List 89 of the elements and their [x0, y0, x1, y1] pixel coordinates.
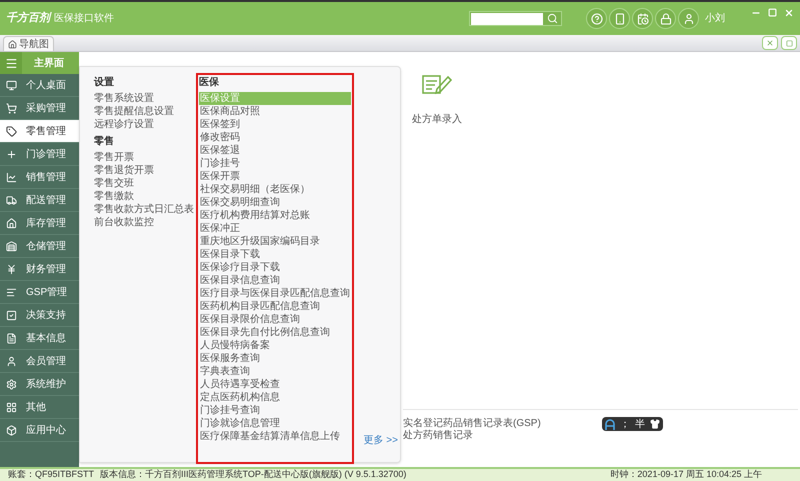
menu-link[interactable]: 医保诊疗目录下载 — [199, 261, 351, 274]
group-heading: 医保 — [199, 76, 220, 89]
menu-link[interactable]: 人员慢特病备案 — [199, 339, 351, 352]
menu-link[interactable]: 零售系统设置 — [94, 92, 192, 105]
menu-link[interactable]: 定点医药机构信息 — [199, 391, 351, 404]
menu-link[interactable]: 医保目录信息查询 — [199, 274, 351, 287]
menu-link[interactable]: 零售开票 — [94, 151, 192, 164]
menu-link[interactable]: 修改密码 — [199, 131, 351, 144]
menu-link[interactable]: 人员待遇享受检查 — [199, 378, 351, 391]
menu-link[interactable]: 重庆地区升级国家编码目录 — [199, 235, 351, 248]
menu-link[interactable]: 医保目录下载 — [199, 248, 351, 261]
calendar-icon — [636, 12, 648, 24]
checkbox-icon — [6, 310, 17, 320]
group-heading: 设置 — [94, 76, 115, 89]
home-icon — [8, 40, 17, 48]
account-label: 账套：QF95ITBFSTT — [8, 468, 96, 481]
search-icon[interactable] — [547, 13, 558, 24]
house-icon — [6, 218, 17, 228]
menu-link[interactable]: 社保交易明细（老医保） — [199, 183, 351, 196]
phone-icon — [614, 12, 626, 24]
tab[interactable]: 导航图 — [3, 36, 54, 51]
menu-icon[interactable] — [4, 56, 18, 70]
menu-link[interactable]: 门诊挂号查询 — [199, 404, 351, 417]
menu-link[interactable]: 医保服务查询 — [199, 352, 351, 365]
report-link[interactable]: 处方药销售记录 — [403, 430, 473, 442]
truck-icon — [6, 194, 17, 206]
sidebar-item[interactable]: 零售管理 — [0, 120, 79, 143]
punctuation-mode: ； — [620, 418, 630, 432]
menu-link[interactable]: 零售缴款 — [94, 190, 192, 203]
menu-link[interactable]: 门诊就诊信息管理 — [199, 417, 351, 430]
help-icon — [590, 12, 602, 24]
menu-link[interactable]: 医疗保障基金结算清单信息上传 — [199, 430, 351, 443]
menu-link[interactable]: 门诊挂号 — [199, 157, 351, 170]
list-icon — [6, 286, 17, 298]
report-link[interactable]: 实名登记药品销售记录表(GSP) — [403, 418, 541, 430]
search-field[interactable] — [469, 11, 562, 26]
menu-link[interactable]: 远程诊疗设置 — [94, 118, 192, 131]
shirt-icon — [650, 419, 660, 429]
close-window-icon[interactable] — [762, 36, 778, 50]
close-icon[interactable] — [784, 8, 794, 18]
grid-icon — [6, 402, 17, 412]
chart-icon — [6, 172, 17, 182]
menu-link[interactable]: 零售收款方式日汇总表 — [94, 203, 192, 216]
calendar-button[interactable] — [632, 8, 653, 29]
document-icon — [6, 332, 17, 344]
tag-icon — [6, 126, 17, 136]
warehouse-icon — [6, 240, 17, 252]
shortcut-tile[interactable]: 处方单录入 — [409, 70, 465, 409]
restore-window-icon[interactable] — [781, 36, 797, 50]
group-heading: 零售 — [94, 135, 115, 148]
menu-link[interactable]: 医保目录限价信息查询 — [199, 313, 351, 326]
menu-link[interactable]: 零售退货开票 — [94, 164, 192, 177]
menu-link[interactable]: 医保开票 — [199, 170, 351, 183]
phone-button[interactable] — [609, 8, 630, 29]
menu-link[interactable]: 字典表查询 — [199, 365, 351, 378]
more-link[interactable]: 更多 >> — [364, 433, 398, 448]
settings-icon — [6, 378, 17, 390]
yen-icon — [6, 264, 17, 274]
menu-link[interactable]: 医药机构目录匹配信息查询 — [199, 300, 351, 313]
menu-link[interactable]: 医保冲正 — [199, 222, 351, 235]
menu-link[interactable]: 前台收款监控 — [94, 216, 192, 229]
menu-link[interactable]: 医疗机构费用结算对总账 — [199, 209, 351, 222]
menu-link[interactable]: 医保目录先自付比例信息查询 — [199, 326, 351, 339]
user-icon — [6, 356, 17, 366]
input-mode-icon — [605, 418, 615, 430]
lock-button[interactable] — [655, 8, 676, 29]
notepad-pencil-icon — [422, 74, 452, 96]
logo: 千方百剂 — [6, 10, 50, 26]
monitor-icon — [6, 80, 17, 90]
maximize-icon[interactable] — [768, 8, 777, 17]
menu-link[interactable]: 医保商品对照 — [199, 105, 351, 118]
menu-link[interactable]: 医保签退 — [199, 144, 351, 157]
lock-icon — [660, 12, 672, 24]
menu-link[interactable]: 医疗目录与医保目录匹配信息查询 — [199, 287, 351, 300]
help-button[interactable] — [586, 8, 607, 29]
clock: 时钟：2021-09-17 周五 10:04:25 上午 — [610, 468, 762, 481]
version-info: 版本信息：千方百剂III医药管理系统TOP-配送中心版(旗舰版) (V 9.5.1.32700) — [100, 468, 406, 481]
width-mode: 半 — [635, 418, 645, 432]
menu-link[interactable]: 医保签到 — [199, 118, 351, 131]
app-title: 医保接口软件 — [54, 12, 114, 26]
cube-icon — [6, 424, 17, 436]
menu-link[interactable]: 零售提醒信息设置 — [94, 105, 192, 118]
user-button[interactable] — [678, 8, 699, 29]
menu-link[interactable]: 医保交易明细查询 — [199, 196, 351, 209]
cart-icon — [6, 102, 17, 114]
menu-link[interactable]: 零售交班 — [94, 177, 192, 190]
plus-icon — [6, 148, 17, 160]
user-icon — [682, 12, 694, 24]
sidebar-title: 主界面 — [34, 56, 64, 70]
